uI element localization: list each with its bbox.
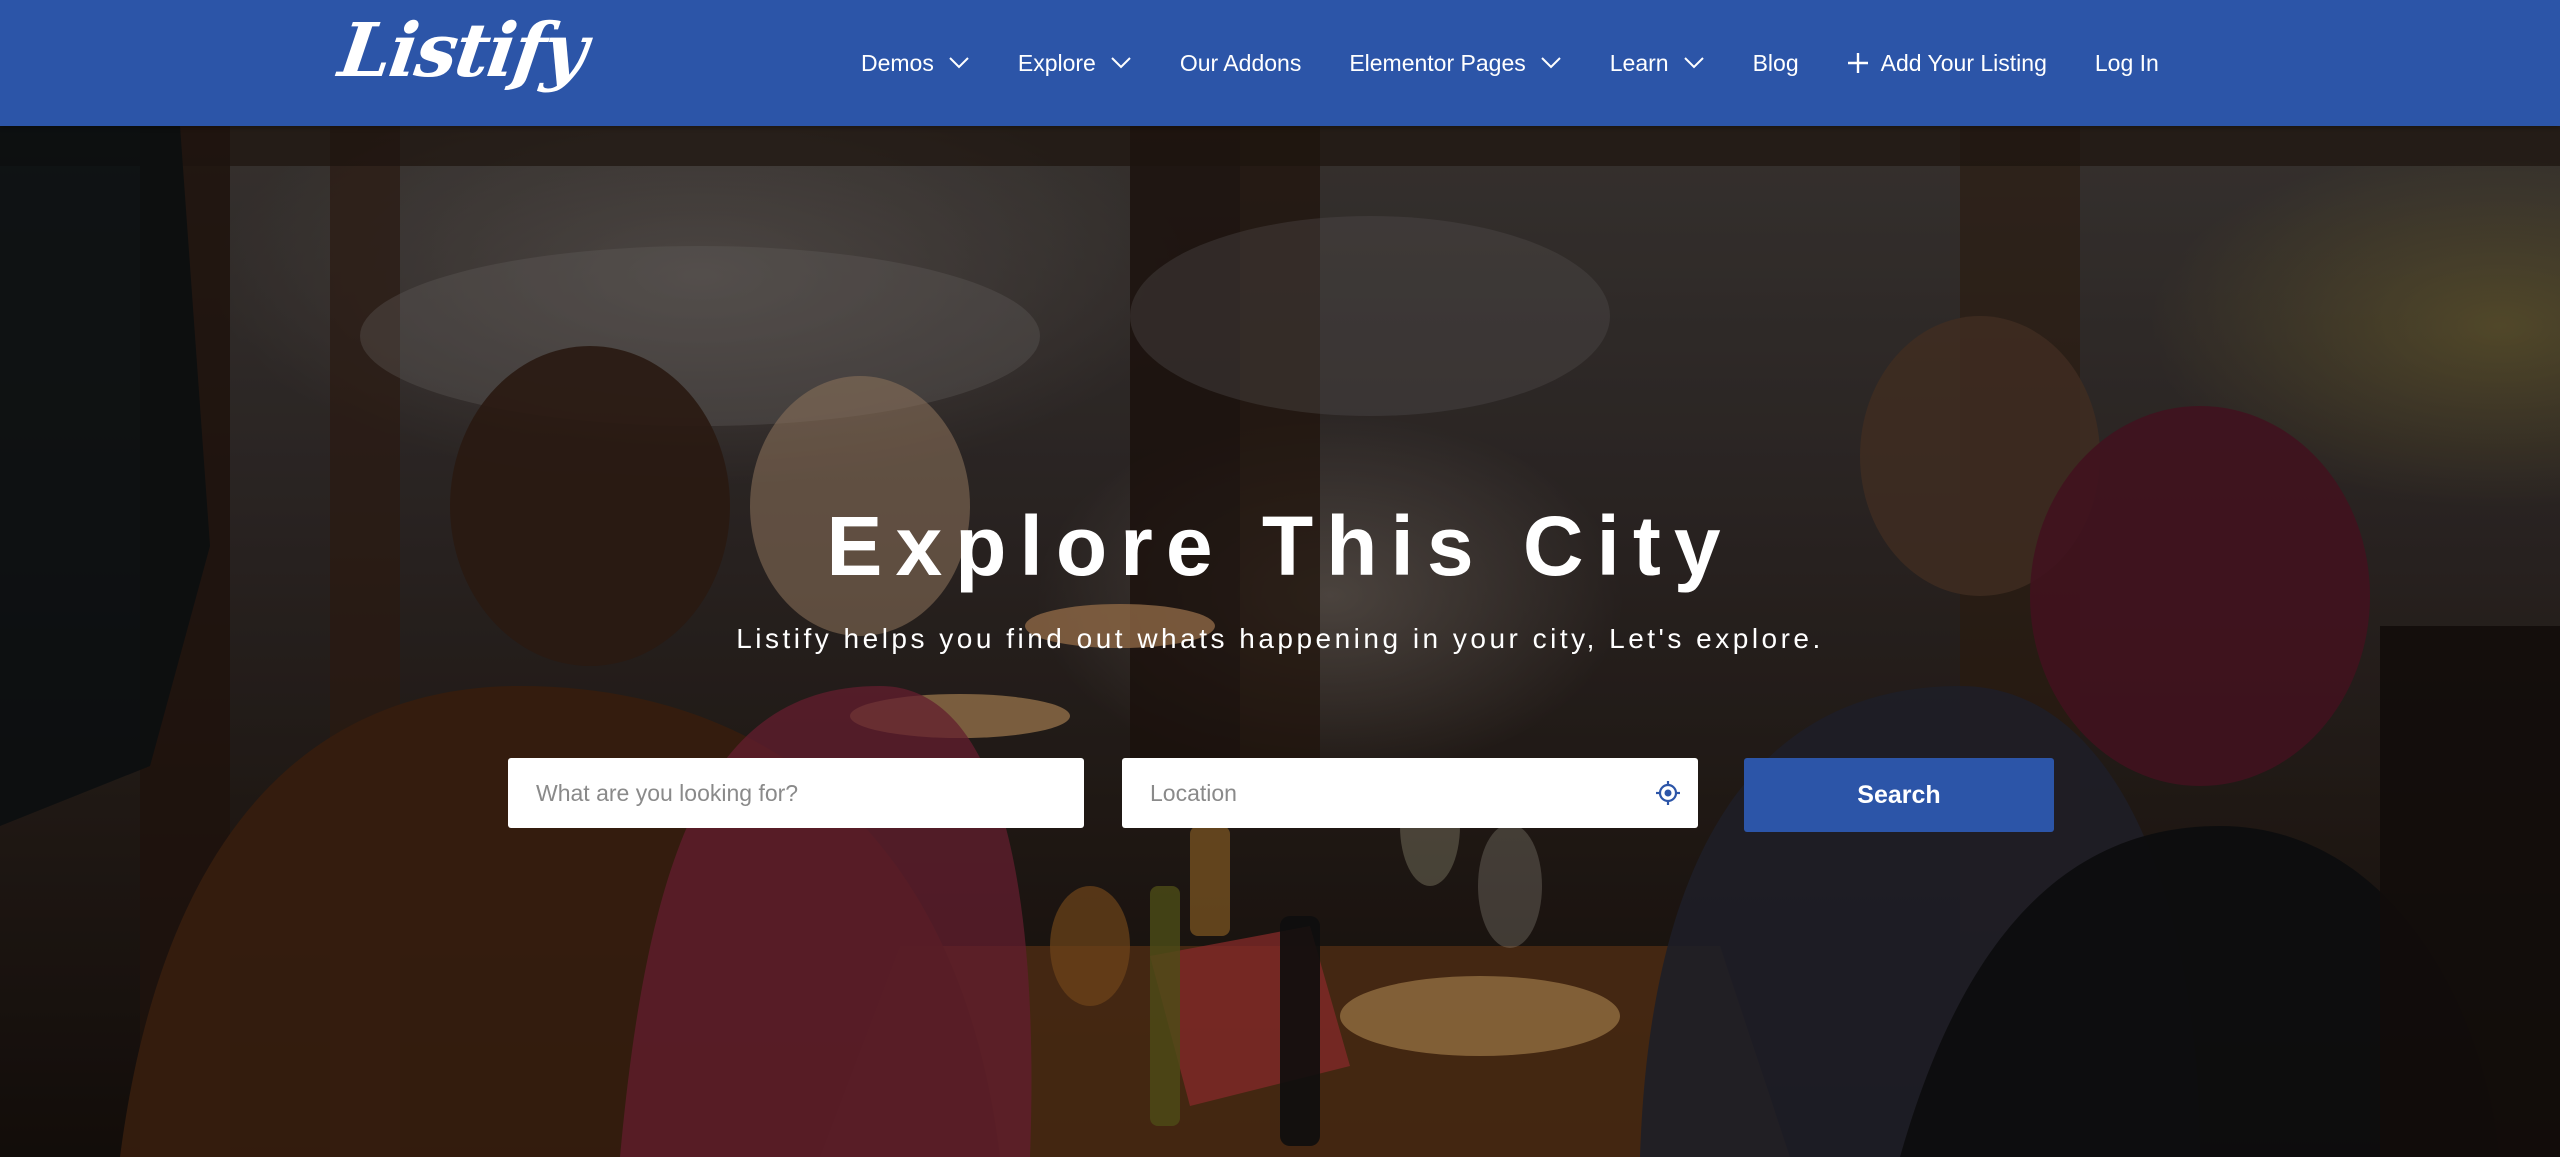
main-nav: Demos Explore Our Addons Elementor Pages… — [861, 0, 2159, 126]
location-placeholder: Location — [1150, 779, 1237, 806]
nav-item-explore[interactable]: Explore — [1018, 50, 1132, 77]
chevron-down-icon — [1111, 57, 1131, 69]
nav-item-label: Blog — [1752, 49, 1799, 76]
nav-item-blog[interactable]: Blog — [1753, 50, 1799, 77]
hero-title: Explore This City — [826, 499, 1734, 593]
what-search-input[interactable]: What are you looking for? — [508, 758, 1084, 828]
search-button[interactable]: Search — [1744, 758, 2054, 832]
add-listing-label: Add Your Listing — [1880, 49, 2047, 76]
login-label: Log In — [2094, 49, 2159, 76]
logo[interactable]: Listify — [334, 8, 591, 94]
site-header: Listify Demos Explore Our Addons Element… — [0, 0, 2560, 126]
nav-item-label: Learn — [1609, 49, 1669, 76]
nav-item-label: Our Addons — [1179, 49, 1302, 76]
location-input[interactable]: Location — [1122, 758, 1698, 828]
nav-item-label: Explore — [1017, 49, 1096, 76]
hero-subtitle: Listify helps you find out whats happeni… — [736, 623, 1824, 654]
nav-item-elementor-pages[interactable]: Elementor Pages — [1349, 50, 1561, 77]
hero-section: Explore This City Listify helps you find… — [0, 126, 2560, 1157]
chevron-down-icon — [1541, 57, 1561, 69]
nav-item-label: Elementor Pages — [1349, 49, 1526, 76]
chevron-down-icon — [949, 57, 969, 69]
login-link[interactable]: Log In — [2095, 50, 2159, 77]
search-bar: What are you looking for? Location Searc… — [508, 758, 2054, 832]
plus-icon — [1847, 53, 1868, 73]
what-search-placeholder: What are you looking for? — [536, 779, 799, 806]
nav-item-label: Demos — [861, 49, 934, 76]
add-listing-link[interactable]: Add Your Listing — [1847, 50, 2047, 77]
page: Listify Demos Explore Our Addons Element… — [0, 0, 2560, 1157]
nav-item-learn[interactable]: Learn — [1610, 50, 1705, 77]
chevron-down-icon — [1683, 57, 1704, 69]
nav-item-demos[interactable]: Demos — [861, 50, 970, 77]
nav-item-our-addons[interactable]: Our Addons — [1180, 50, 1301, 77]
crosshair-icon[interactable] — [1656, 781, 1680, 805]
